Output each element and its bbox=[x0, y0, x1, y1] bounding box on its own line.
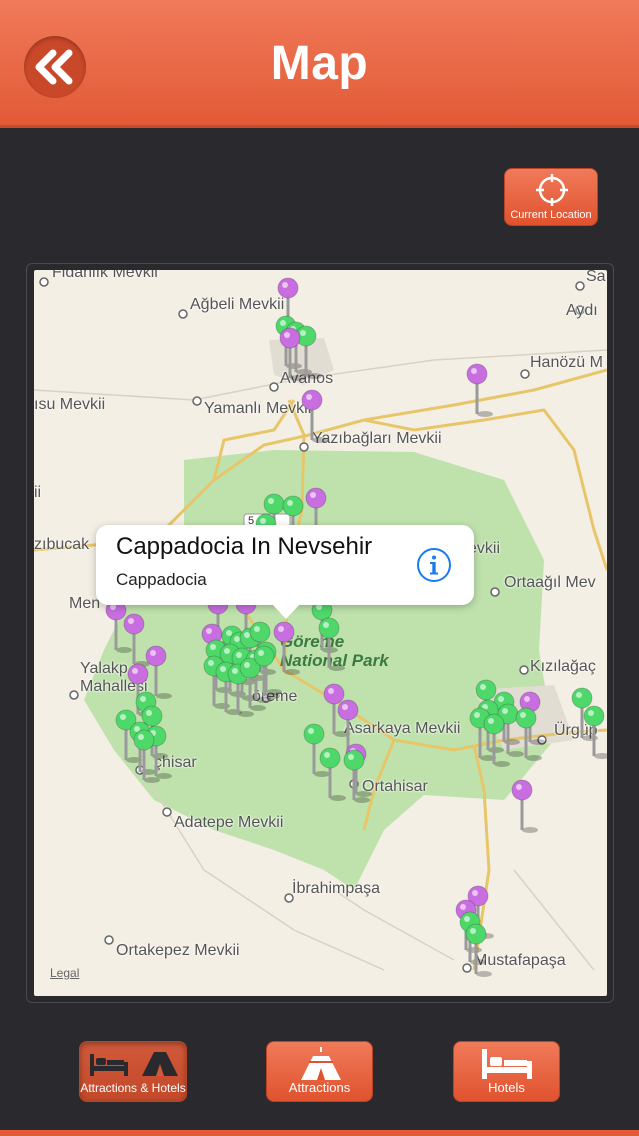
callout-title: Cappadocia In Nevsehir bbox=[116, 533, 373, 560]
tab-label: Attractions bbox=[288, 1080, 351, 1095]
attraction-map-pin[interactable] bbox=[273, 621, 300, 675]
header-bar: Map bbox=[0, 0, 639, 128]
attraction-map-pin[interactable] bbox=[466, 363, 493, 417]
tab-label: Attractions & Hotels bbox=[80, 1081, 186, 1095]
bottom-accent-bar bbox=[0, 1130, 639, 1136]
info-icon[interactable] bbox=[416, 547, 452, 583]
map-pins-layer bbox=[105, 277, 607, 977]
attraction-map-pin[interactable] bbox=[145, 645, 172, 699]
tab-attractions-hotels[interactable]: Attractions & Hotels bbox=[79, 1041, 187, 1102]
attraction-map-pin[interactable] bbox=[511, 779, 538, 833]
tent-icon bbox=[301, 1047, 341, 1080]
current-location-label: Current Location bbox=[510, 209, 592, 221]
tab-label: Hotels bbox=[488, 1080, 525, 1095]
callout-subtitle: Cappadocia bbox=[116, 570, 207, 589]
current-location-button[interactable]: Current Location bbox=[504, 168, 598, 226]
map-view[interactable]: Fidanlık Mevkii Ağbeli Mevkii Sa Aydı Ha… bbox=[34, 270, 607, 996]
tab-hotels[interactable]: Hotels bbox=[453, 1041, 560, 1102]
annotation-callout[interactable]: Cappadocia In Nevsehir Cappadocia bbox=[96, 525, 474, 619]
tab-attractions[interactable]: Attractions bbox=[266, 1041, 373, 1102]
legal-link[interactable]: Legal bbox=[50, 966, 79, 980]
bed-and-tent-icon bbox=[90, 1052, 178, 1076]
hotel-map-pin[interactable] bbox=[583, 705, 607, 759]
crosshair-icon bbox=[536, 174, 568, 206]
page-title: Map bbox=[270, 37, 369, 90]
attraction-map-pin[interactable] bbox=[301, 389, 328, 443]
bed-icon bbox=[482, 1049, 532, 1079]
